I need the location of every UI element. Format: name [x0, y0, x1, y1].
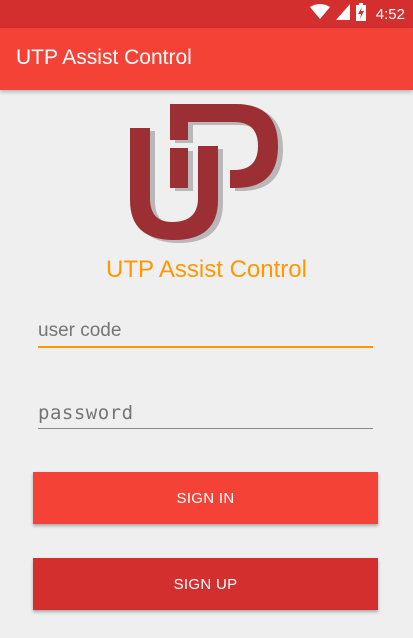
password-input[interactable]: [38, 398, 373, 429]
brand-title: UTP Assist Control: [106, 256, 307, 283]
user-code-input[interactable]: [38, 316, 373, 348]
utp-logo-icon: [128, 100, 286, 246]
status-bar: 4:52: [0, 0, 413, 28]
wifi-icon: [309, 3, 330, 25]
battery-charging-icon: [355, 2, 366, 26]
status-icons: 4:52: [309, 2, 405, 26]
sign-up-button[interactable]: SIGN UP: [33, 558, 378, 610]
cellular-signal-icon: [335, 3, 350, 25]
sign-in-button[interactable]: SIGN IN: [33, 472, 378, 524]
app-bar-title: UTP Assist Control: [16, 46, 192, 69]
status-time: 4:52: [375, 5, 405, 23]
app-bar: UTP Assist Control: [0, 28, 413, 90]
